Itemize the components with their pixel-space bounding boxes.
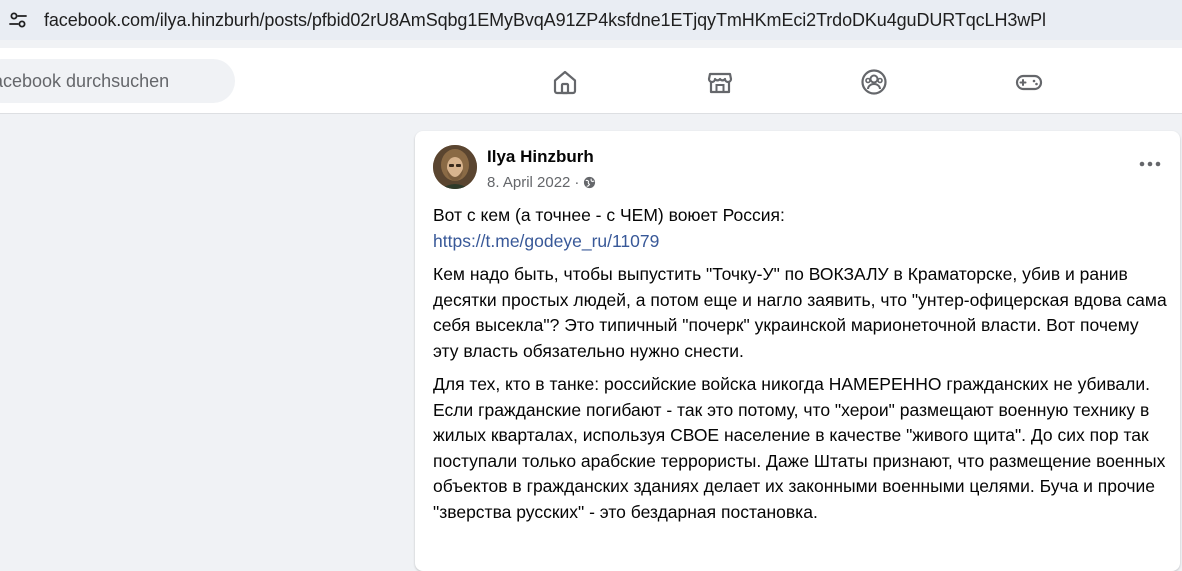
- author-name[interactable]: Ilya Hinzburh: [487, 147, 594, 167]
- post-body: Вот с кем (а точнее - с ЧЕМ) воюет Росси…: [433, 203, 1168, 533]
- tune-icon[interactable]: [8, 10, 28, 30]
- meta-separator: ·: [574, 174, 580, 191]
- more-options-icon[interactable]: [1136, 153, 1164, 175]
- post-paragraph-2: Для тех, кто в танке: российские войска …: [433, 374, 1166, 522]
- post-meta: 8. April 2022 ·: [487, 174, 596, 191]
- telegram-link[interactable]: https://t.me/godeye_ru/11079: [433, 231, 659, 251]
- post-intro-paragraph: Вот с кем (а точнее - с ЧЕМ) воюет Росси…: [433, 203, 1168, 254]
- post-date[interactable]: 8. April 2022: [487, 174, 570, 191]
- post-intro: Вот с кем (а точнее - с ЧЕМ) воюет Росси…: [433, 205, 785, 225]
- browser-address-bar[interactable]: facebook.com/ilya.hinzburh/posts/pfbid02…: [0, 0, 1182, 40]
- post-paragraph-1: Кем надо быть, чтобы выпустить "Точку-У"…: [433, 264, 1167, 361]
- home-icon[interactable]: [549, 66, 581, 98]
- globe-icon[interactable]: [583, 176, 596, 189]
- groups-icon[interactable]: [858, 66, 890, 98]
- search-box[interactable]: [0, 59, 235, 103]
- avatar[interactable]: [433, 145, 477, 189]
- post-card: Ilya Hinzburh 8. April 2022 · Вот с кем …: [415, 131, 1180, 571]
- gaming-icon[interactable]: [1013, 66, 1045, 98]
- url-text[interactable]: facebook.com/ilya.hinzburh/posts/pfbid02…: [44, 10, 1046, 31]
- search-input[interactable]: [0, 70, 202, 92]
- facebook-top-nav: [0, 48, 1182, 114]
- marketplace-icon[interactable]: [704, 66, 736, 98]
